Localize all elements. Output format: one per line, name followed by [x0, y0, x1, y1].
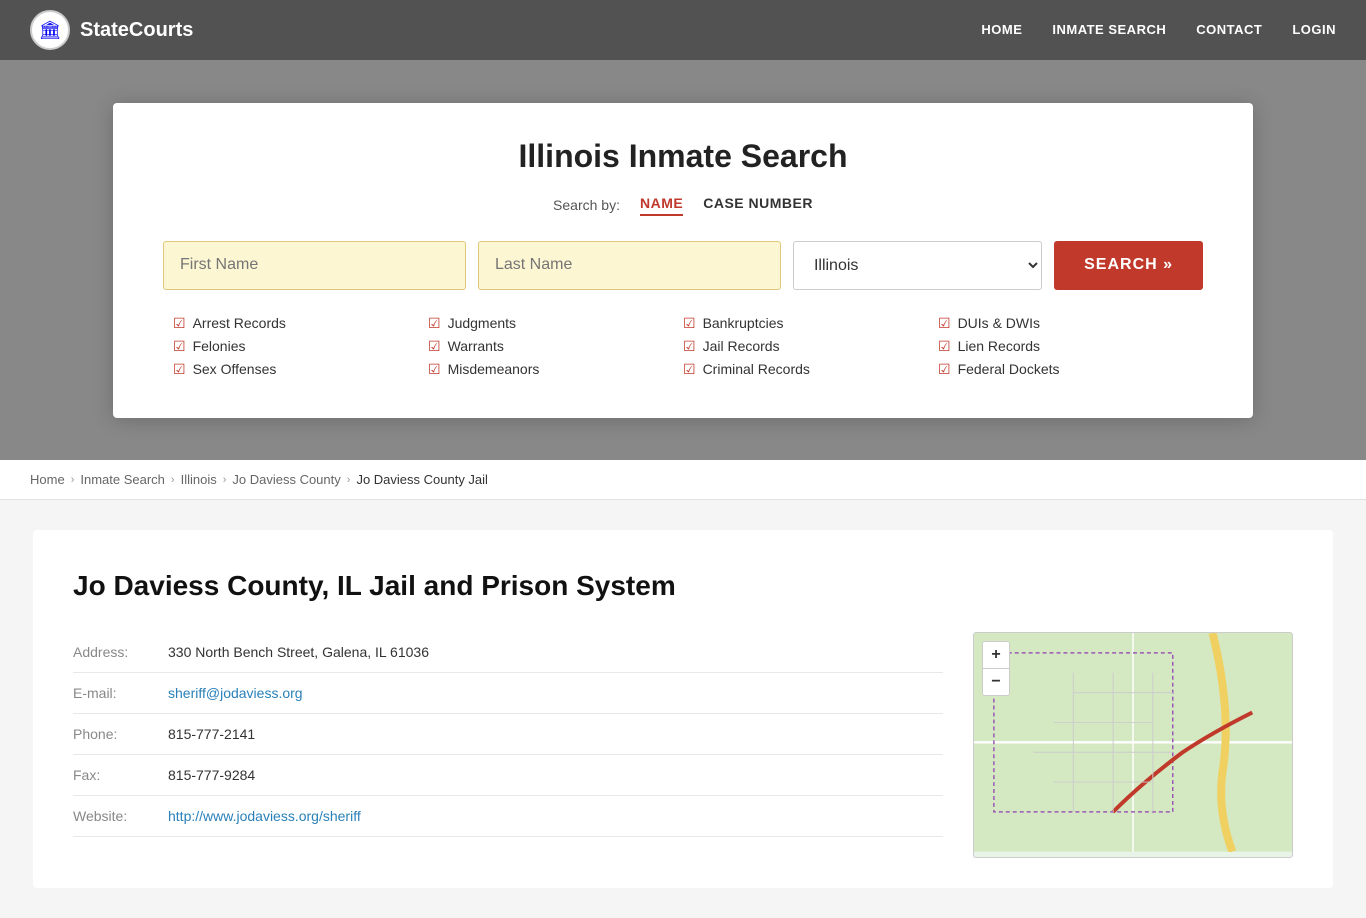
tab-case-number[interactable]: CASE NUMBER [703, 195, 813, 216]
breadcrumb: Home › Inmate Search › Illinois › Jo Daviess C… [0, 460, 1366, 500]
feature-item: ☑ Lien Records [938, 338, 1193, 355]
site-header: 🏛 StateCourts HOME INMATE SEARCH CONTACT LO… [0, 0, 1366, 60]
map-zoom-in[interactable]: + [983, 642, 1009, 668]
last-name-input[interactable] [478, 241, 781, 290]
feature-label: Federal Dockets [958, 361, 1060, 377]
breadcrumb-separator: › [171, 474, 175, 486]
breadcrumb-separator: › [71, 474, 75, 486]
search-by-label: Search by: [553, 197, 620, 213]
map-controls: + − [982, 641, 1010, 696]
main-content: Jo Daviess County, IL Jail and Prison Sy… [0, 500, 1366, 918]
info-table: Address: 330 North Bench Street, Galena, … [73, 632, 943, 858]
check-icon: ☑ [428, 338, 441, 355]
feature-item: ☑ Arrest Records [173, 315, 428, 332]
feature-label: Arrest Records [193, 315, 286, 331]
feature-label: Misdemeanors [448, 361, 540, 377]
hero-section: COURTHOUSE Illinois Inmate Search Search… [0, 60, 1366, 460]
breadcrumb-link[interactable]: Home [30, 472, 65, 487]
info-label: Address: [73, 644, 153, 660]
info-link[interactable]: http://www.jodaviess.org/sheriff [168, 808, 361, 824]
check-icon: ☑ [683, 338, 696, 355]
search-card: Illinois Inmate Search Search by: NAME C… [113, 103, 1253, 418]
info-label: Phone: [73, 726, 153, 742]
feature-label: Judgments [448, 315, 516, 331]
info-row: Website: http://www.jodaviess.org/sheriff [73, 796, 943, 837]
logo-icon: 🏛 [30, 10, 70, 50]
main-nav: HOME INMATE SEARCH CONTACT LOGIN [981, 21, 1336, 39]
check-icon: ☑ [173, 361, 186, 378]
info-link[interactable]: sheriff@jodaviess.org [168, 685, 303, 701]
info-row: Phone: 815-777-2141 [73, 714, 943, 755]
search-title: Illinois Inmate Search [163, 138, 1203, 175]
info-row: Address: 330 North Bench Street, Galena, … [73, 632, 943, 673]
check-icon: ☑ [938, 315, 951, 332]
info-value: 815-777-9284 [168, 767, 255, 783]
feature-item: ☑ Federal Dockets [938, 361, 1193, 378]
tab-name[interactable]: NAME [640, 195, 683, 216]
info-label: Fax: [73, 767, 153, 783]
content-card: Jo Daviess County, IL Jail and Prison Sy… [33, 530, 1333, 888]
check-icon: ☑ [938, 361, 951, 378]
feature-label: Felonies [193, 338, 246, 354]
map-svg [974, 633, 1292, 852]
nav-link-home[interactable]: HOME [981, 22, 1022, 37]
check-icon: ☑ [683, 361, 696, 378]
feature-label: Bankruptcies [703, 315, 784, 331]
feature-item: ☑ Sex Offenses [173, 361, 428, 378]
feature-item: ☑ Warrants [428, 338, 683, 355]
info-layout: Address: 330 North Bench Street, Galena, … [73, 632, 1293, 858]
check-icon: ☑ [428, 315, 441, 332]
feature-label: DUIs & DWIs [958, 315, 1040, 331]
feature-item: ☑ Jail Records [683, 338, 938, 355]
feature-item: ☑ Felonies [173, 338, 428, 355]
features-grid: ☑ Arrest Records ☑ Judgments ☑ Bankruptcies ☑ D… [163, 315, 1203, 378]
info-row: E-mail: sheriff@jodaviess.org [73, 673, 943, 714]
check-icon: ☑ [938, 338, 951, 355]
breadcrumb-current: Jo Daviess County Jail [356, 472, 488, 487]
breadcrumb-link[interactable]: Inmate Search [80, 472, 165, 487]
check-icon: ☑ [173, 315, 186, 332]
breadcrumb-link[interactable]: Jo Daviess County [232, 472, 340, 487]
feature-item: ☑ Judgments [428, 315, 683, 332]
logo-text: StateCourts [80, 19, 193, 42]
state-select[interactable]: Illinois Alabama Alaska Arizona [793, 241, 1042, 290]
info-value: 330 North Bench Street, Galena, IL 61036 [168, 644, 429, 660]
first-name-input[interactable] [163, 241, 466, 290]
feature-item: ☑ Criminal Records [683, 361, 938, 378]
map-zoom-out[interactable]: − [983, 669, 1009, 695]
search-inputs: Illinois Alabama Alaska Arizona SEARCH » [163, 241, 1203, 290]
feature-label: Jail Records [703, 338, 780, 354]
info-value: 815-777-2141 [168, 726, 255, 742]
breadcrumb-separator: › [223, 474, 227, 486]
jail-title: Jo Daviess County, IL Jail and Prison Sy… [73, 570, 1293, 602]
feature-label: Sex Offenses [193, 361, 277, 377]
check-icon: ☑ [173, 338, 186, 355]
feature-label: Warrants [448, 338, 504, 354]
feature-label: Lien Records [958, 338, 1041, 354]
search-by-row: Search by: NAME CASE NUMBER [163, 195, 1203, 216]
search-button[interactable]: SEARCH » [1054, 241, 1203, 290]
nav-link-login[interactable]: LOGIN [1292, 22, 1336, 37]
info-label: E-mail: [73, 685, 153, 701]
check-icon: ☑ [683, 315, 696, 332]
info-row: Fax: 815-777-9284 [73, 755, 943, 796]
check-icon: ☑ [428, 361, 441, 378]
info-label: Website: [73, 808, 153, 824]
logo-link[interactable]: 🏛 StateCourts [30, 10, 193, 50]
feature-item: ☑ DUIs & DWIs [938, 315, 1193, 332]
breadcrumb-separator: › [347, 474, 351, 486]
nav-link-contact[interactable]: CONTACT [1196, 22, 1262, 37]
nav-link-inmate-search[interactable]: INMATE SEARCH [1052, 22, 1166, 37]
breadcrumb-link[interactable]: Illinois [181, 472, 217, 487]
feature-item: ☑ Bankruptcies [683, 315, 938, 332]
feature-label: Criminal Records [703, 361, 810, 377]
map-area: + − [973, 632, 1293, 858]
feature-item: ☑ Misdemeanors [428, 361, 683, 378]
